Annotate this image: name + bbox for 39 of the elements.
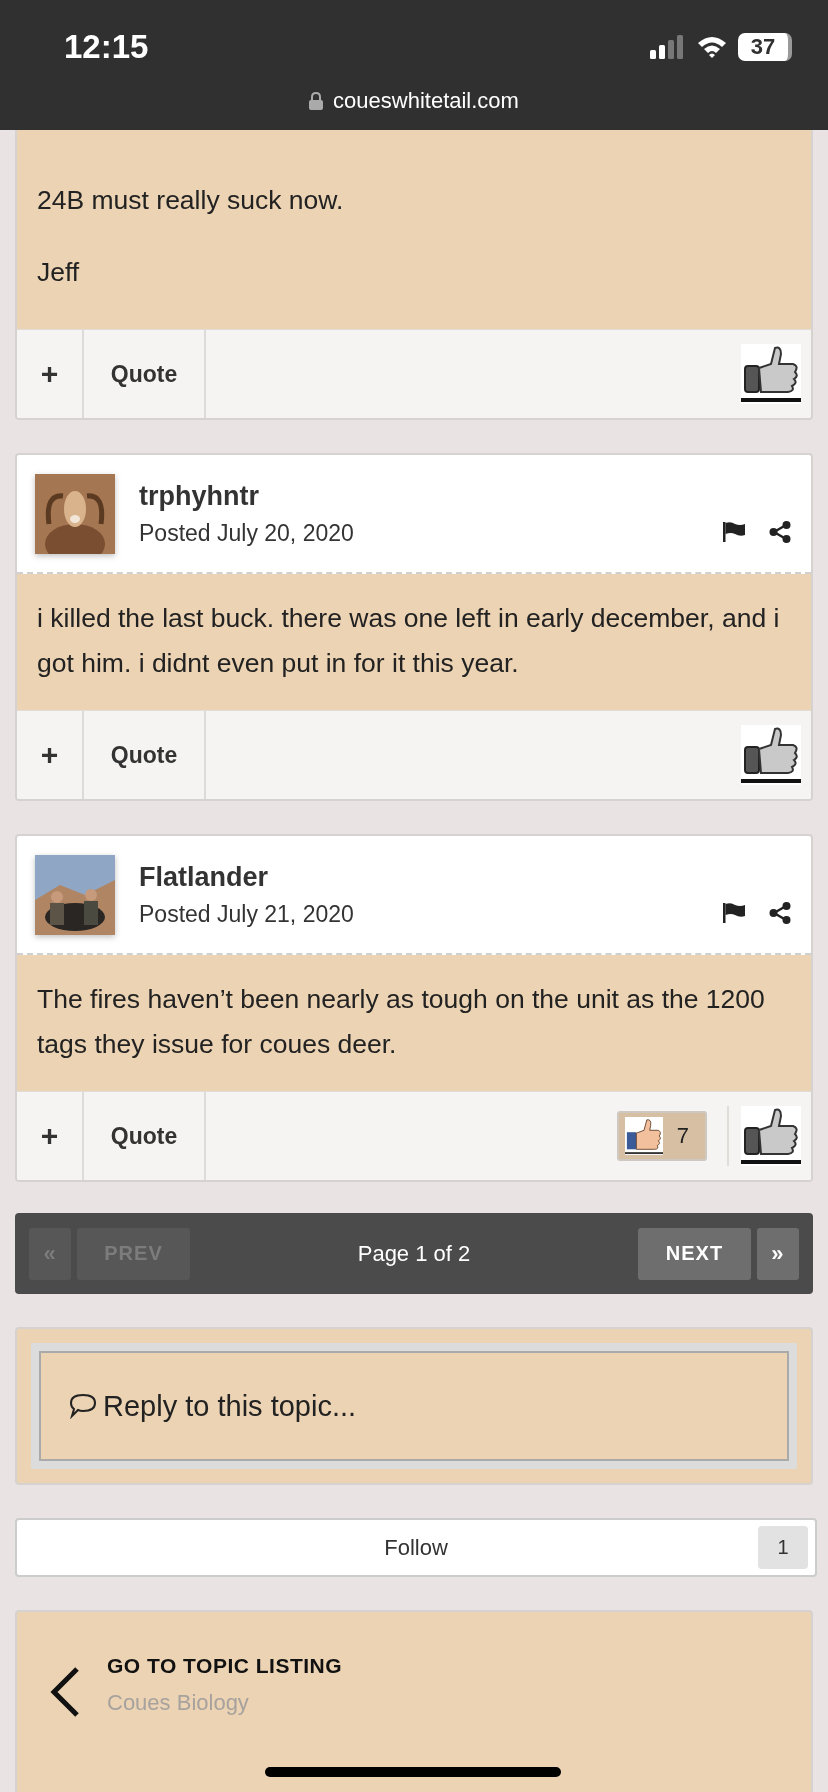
post-text: i killed the last buck. there was one left in early december, and i got him. i didnt even put in for it this year. [37, 602, 781, 680]
page-button[interactable]: NEXT [638, 1227, 751, 1280]
post-text: The fires haven’t been nearly as tough on the unit as the 1200 tags they issue for coues deer. [37, 983, 766, 1061]
url-text[interactable]: coueswhitetail.com [333, 88, 519, 114]
thumbs-up-icon[interactable] [741, 1106, 801, 1166]
thumbs-up-icon[interactable] [741, 725, 801, 785]
author-name[interactable]: trphyhntr [139, 480, 699, 512]
share-icon[interactable] [769, 901, 791, 924]
lock-icon [309, 92, 324, 110]
post-date: Posted July 21, 2020 [139, 900, 355, 928]
speech-bubble-icon [69, 1393, 97, 1419]
author-name[interactable]: Flatlander [139, 861, 699, 893]
post-text: 24B must really suck now. [37, 184, 345, 217]
post-text: Jeff [37, 256, 81, 289]
page-jump-button[interactable]: » [757, 1227, 799, 1280]
follower-count: 1 [758, 1526, 808, 1569]
wifi-icon [696, 35, 728, 59]
post-date: Posted July 20, 2020 [139, 519, 355, 547]
signal-icon [650, 35, 686, 59]
quote-button[interactable]: Quote [84, 1092, 206, 1180]
flag-icon[interactable] [723, 521, 745, 542]
quote-button[interactable]: Quote [84, 711, 206, 799]
multiquote-button[interactable]: + [17, 1092, 84, 1180]
page-indicator: Page 1 of 2 [357, 1240, 471, 1267]
multiquote-button[interactable]: + [17, 330, 84, 418]
flag-icon[interactable] [723, 902, 745, 923]
share-icon[interactable] [769, 520, 791, 543]
multiquote-button[interactable]: + [17, 711, 84, 799]
clock-time: 12:15 [64, 28, 149, 66]
back-chevron-icon[interactable] [49, 1666, 81, 1718]
reply-field[interactable]: Reply to this topic... [31, 1343, 797, 1469]
quote-button[interactable]: Quote [84, 330, 206, 418]
topic-listing-link[interactable]: GO TO TOPIC LISTING [107, 1654, 343, 1678]
thumbs-up-icon[interactable] [741, 344, 801, 404]
thumbs-up-icon [624, 1117, 663, 1155]
reaction-count-badge[interactable]: 7 [616, 1111, 707, 1161]
follow-button[interactable]: Follow 1 [15, 1518, 817, 1577]
reaction-count: 7 [675, 1122, 690, 1150]
battery-indicator: 37 [738, 33, 792, 61]
